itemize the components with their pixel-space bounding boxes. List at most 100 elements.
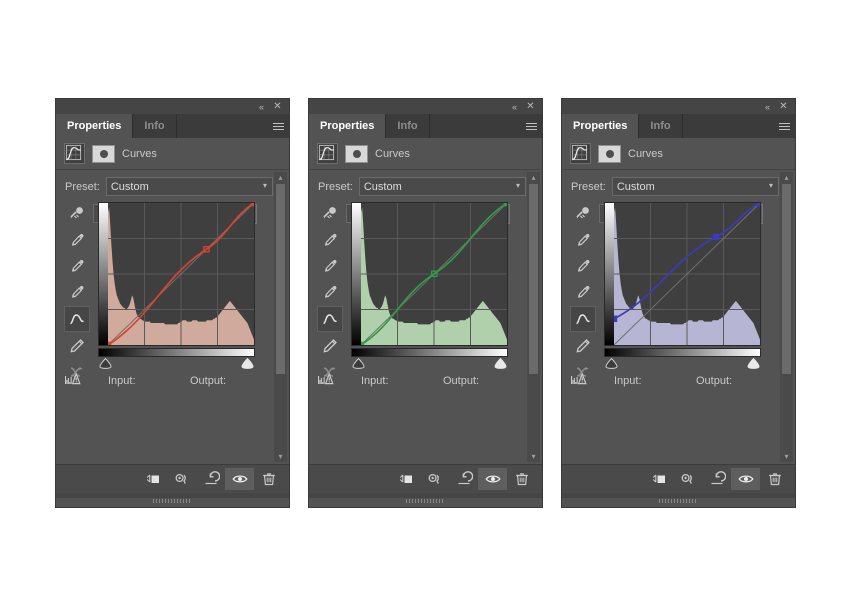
panel-scrollbar[interactable]: ▴ ▾ [274, 172, 287, 462]
toggle-visibility-icon[interactable] [731, 468, 760, 490]
on-image-adjust-icon[interactable] [318, 202, 342, 226]
panel-menu-icon[interactable] [267, 114, 289, 138]
histogram-warning-icon[interactable] [317, 370, 335, 391]
preset-value: Custom [363, 180, 402, 193]
chevron-down-icon[interactable]: ▾ [527, 451, 540, 462]
tab-label: Properties [320, 120, 375, 132]
tab-info[interactable]: Info [133, 114, 177, 138]
white-point-slider[interactable] [494, 357, 507, 369]
histogram-warning-icon[interactable] [570, 370, 588, 391]
menu-line [778, 128, 790, 130]
graph-area [604, 202, 761, 370]
resize-grip[interactable] [658, 494, 699, 503]
panel-scrollbar[interactable]: ▴ ▾ [780, 172, 793, 462]
chevron-down-icon[interactable]: ▾ [274, 451, 287, 462]
close-panel-icon[interactable]: ✕ [777, 101, 790, 113]
preset-select[interactable]: Custom ▾ [358, 177, 526, 196]
tabbar-filler [176, 114, 267, 138]
preset-value: Custom [616, 180, 655, 193]
scrollbar-thumb[interactable] [276, 184, 285, 374]
grip-dot [667, 499, 669, 503]
curve-graph[interactable] [351, 202, 508, 346]
collapse-panel-icon[interactable]: « [255, 101, 268, 113]
chevron-up-icon[interactable]: ▴ [780, 172, 793, 183]
curve-point-tool-icon[interactable] [570, 306, 596, 332]
eyedropper-white-point-icon[interactable] [318, 280, 342, 304]
close-panel-icon[interactable]: ✕ [524, 101, 537, 113]
panel-scrollbar[interactable]: ▴ ▾ [527, 172, 540, 462]
reset-adjustment-icon[interactable] [449, 468, 478, 490]
eyedropper-black-point-icon[interactable] [571, 228, 595, 252]
curves-panel-blue: «✕PropertiesInfoCurvesPreset:Custom▾Blue… [562, 99, 795, 507]
eyedropper-black-point-icon[interactable] [318, 228, 342, 252]
resize-grip[interactable] [405, 494, 446, 503]
tab-info[interactable]: Info [386, 114, 430, 138]
delete-layer-icon[interactable] [760, 468, 789, 490]
grip-dot [694, 499, 696, 503]
clip-to-layer-icon[interactable] [644, 468, 673, 490]
histogram-warning-icon[interactable] [64, 370, 82, 391]
curve-plot[interactable] [352, 203, 507, 345]
pencil-draw-tool-icon[interactable] [65, 334, 89, 358]
layer-mask-thumbnail-icon[interactable] [92, 144, 115, 163]
scrollbar-thumb[interactable] [529, 184, 538, 374]
black-point-slider[interactable] [605, 357, 618, 369]
curves-grid-icon[interactable] [317, 143, 338, 164]
tonal-gradient-bar [98, 348, 255, 357]
chevron-down-icon[interactable]: ▾ [780, 451, 793, 462]
close-panel-icon[interactable]: ✕ [271, 101, 284, 113]
curves-grid-icon[interactable] [570, 143, 591, 164]
view-previous-state-icon[interactable] [673, 468, 702, 490]
reset-adjustment-icon[interactable] [196, 468, 225, 490]
clip-to-layer-icon[interactable] [391, 468, 420, 490]
layer-mask-thumbnail-icon[interactable] [598, 144, 621, 163]
preset-select[interactable]: Custom ▾ [611, 177, 779, 196]
tab-properties[interactable]: Properties [562, 114, 640, 138]
pencil-draw-tool-icon[interactable] [571, 334, 595, 358]
eyedropper-gray-point-icon[interactable] [571, 254, 595, 278]
curves-grid-icon[interactable] [64, 143, 85, 164]
collapse-panel-icon[interactable]: « [508, 101, 521, 113]
delete-layer-icon[interactable] [254, 468, 283, 490]
white-point-slider[interactable] [241, 357, 254, 369]
curve-plot[interactable] [605, 203, 760, 345]
tonal-gradient-bar [351, 348, 508, 357]
grip-dot [417, 499, 419, 503]
collapse-panel-icon[interactable]: « [761, 101, 774, 113]
reset-adjustment-icon[interactable] [702, 468, 731, 490]
toggle-visibility-icon[interactable] [478, 468, 507, 490]
eyedropper-white-point-icon[interactable] [571, 280, 595, 304]
curve-graph[interactable] [98, 202, 255, 346]
curve-graph[interactable] [604, 202, 761, 346]
white-point-slider[interactable] [747, 357, 760, 369]
tab-info[interactable]: Info [639, 114, 683, 138]
layer-mask-thumbnail-icon[interactable] [345, 144, 368, 163]
black-point-slider[interactable] [352, 357, 365, 369]
view-previous-state-icon[interactable] [167, 468, 196, 490]
panel-menu-icon[interactable] [520, 114, 542, 138]
chevron-up-icon[interactable]: ▴ [527, 172, 540, 183]
delete-layer-icon[interactable] [507, 468, 536, 490]
eyedropper-gray-point-icon[interactable] [318, 254, 342, 278]
preset-select[interactable]: Custom ▾ [105, 177, 273, 196]
on-image-adjust-icon[interactable] [571, 202, 595, 226]
panel-menu-icon[interactable] [773, 114, 795, 138]
grip-dot [188, 499, 190, 503]
black-point-slider[interactable] [99, 357, 112, 369]
curve-point-tool-icon[interactable] [317, 306, 343, 332]
tab-properties[interactable]: Properties [309, 114, 387, 138]
resize-grip[interactable] [152, 494, 193, 503]
eyedropper-black-point-icon[interactable] [65, 228, 89, 252]
eyedropper-white-point-icon[interactable] [65, 280, 89, 304]
tab-properties[interactable]: Properties [56, 114, 134, 138]
on-image-adjust-icon[interactable] [65, 202, 89, 226]
scrollbar-thumb[interactable] [782, 184, 791, 374]
toggle-visibility-icon[interactable] [225, 468, 254, 490]
eyedropper-gray-point-icon[interactable] [65, 254, 89, 278]
curve-plot[interactable] [99, 203, 254, 345]
pencil-draw-tool-icon[interactable] [318, 334, 342, 358]
chevron-up-icon[interactable]: ▴ [274, 172, 287, 183]
clip-to-layer-icon[interactable] [138, 468, 167, 490]
view-previous-state-icon[interactable] [420, 468, 449, 490]
curve-point-tool-icon[interactable] [64, 306, 90, 332]
